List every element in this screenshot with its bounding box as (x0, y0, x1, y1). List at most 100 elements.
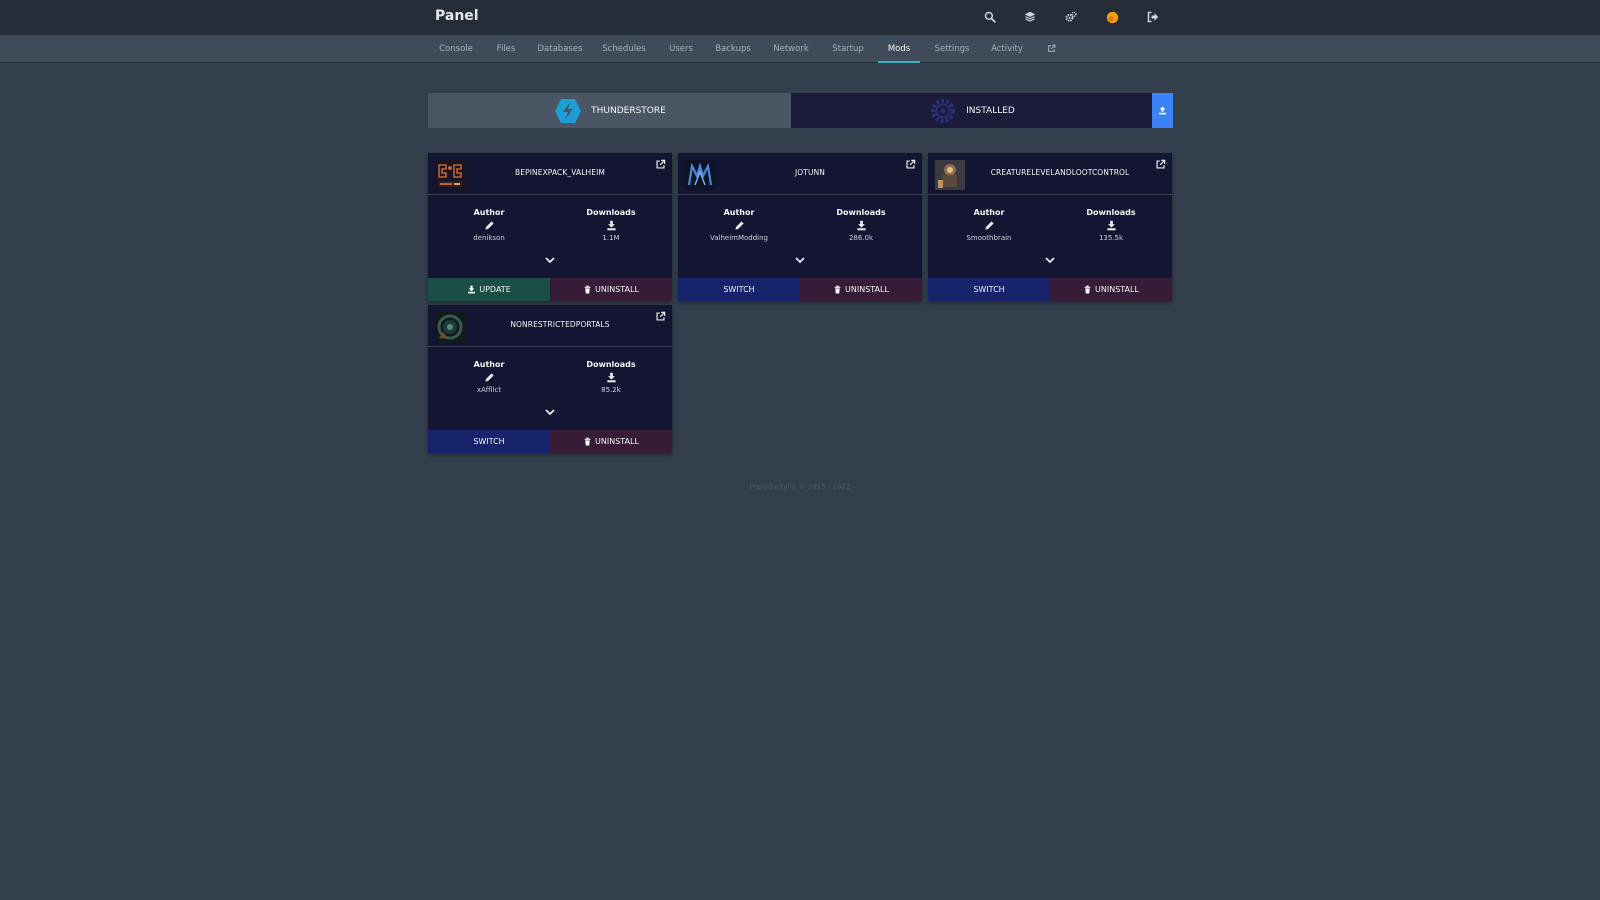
top-bar: Panel (0, 0, 1600, 35)
downloads-label: Downloads (586, 208, 636, 217)
chevron-down-icon[interactable] (793, 255, 807, 265)
mod-name: JOTUNN (794, 168, 825, 177)
author-value: ValheimModding (709, 234, 769, 242)
thunderstore-logo-icon (555, 98, 582, 123)
footer-copyright[interactable]: Pterodactyl® © 2015 - 2022 (0, 483, 1600, 491)
author-label: Author (973, 208, 1005, 217)
pencil-icon (484, 221, 494, 230)
layers-icon[interactable] (1022, 9, 1038, 25)
download-icon (1106, 220, 1116, 231)
download-icon (468, 285, 476, 294)
author-value: denikson (473, 234, 505, 242)
switch-label: SWITCH (723, 285, 755, 294)
mod-name: CREATURELEVELANDLOOTCONTROL (990, 168, 1130, 177)
chevron-down-icon[interactable] (1043, 255, 1057, 265)
cogs-icon[interactable] (1063, 9, 1079, 25)
uninstall-label: UNINSTALL (595, 285, 639, 294)
author-stat: Author ValheimModding (678, 208, 800, 242)
uninstall-button[interactable]: UNINSTALL (550, 430, 672, 453)
downloads-value: 286.0k (848, 234, 874, 242)
tab-backups[interactable]: Backups (713, 35, 753, 63)
mod-card: BEPINEXPACK_VALHEIM Author denikson Down… (428, 153, 672, 301)
external-link-icon[interactable] (1043, 35, 1059, 63)
downloads-stat: Downloads 135.5k (1050, 208, 1172, 242)
tab-network[interactable]: Network (770, 35, 812, 63)
mod-card: CREATURELEVELANDLOOTCONTROL Author Smoot… (928, 153, 1172, 301)
trash-icon (584, 285, 591, 294)
mod-name: NONRESTRICTEDPORTALS (510, 320, 610, 329)
switch-label: SWITCH (973, 285, 1005, 294)
author-label: Author (723, 208, 755, 217)
uninstall-label: UNINSTALL (595, 437, 639, 446)
installed-label: INSTALLED (966, 105, 1015, 116)
tab-settings[interactable]: Settings (931, 35, 973, 63)
author-value: xAfflict (476, 386, 502, 394)
update-label: UPDATE (479, 285, 511, 294)
author-stat: Author Smoothbrain (928, 208, 1050, 242)
mod-thumbnail (435, 160, 465, 190)
download-icon (856, 220, 866, 231)
tab-thunderstore[interactable]: THUNDERSTORE (428, 93, 791, 128)
chevron-down-icon[interactable] (543, 407, 557, 417)
upload-mod-button[interactable] (1152, 93, 1173, 128)
uninstall-button[interactable]: UNINSTALL (800, 278, 922, 301)
author-label: Author (473, 208, 505, 217)
downloads-value: 1.1M (602, 234, 620, 242)
trash-icon (1084, 285, 1091, 294)
mod-thumbnail (685, 160, 715, 190)
downloads-value: 135.5k (1098, 234, 1124, 242)
downloads-label: Downloads (1086, 208, 1136, 217)
tab-activity[interactable]: Activity (987, 35, 1027, 63)
mod-name: BEPINEXPACK_VALHEIM (515, 168, 605, 177)
downloads-label: Downloads (586, 360, 636, 369)
tab-startup[interactable]: Startup (828, 35, 868, 63)
tab-users[interactable]: Users (666, 35, 696, 63)
tab-schedules[interactable]: Schedules (601, 35, 647, 63)
downloads-label: Downloads (836, 208, 886, 217)
downloads-value: 85.2k (601, 386, 621, 394)
update-button[interactable]: UPDATE (428, 278, 550, 301)
external-link-icon[interactable] (655, 311, 666, 322)
uninstall-button[interactable]: UNINSTALL (1050, 278, 1172, 301)
uninstall-label: UNINSTALL (845, 285, 889, 294)
external-link-icon[interactable] (655, 159, 666, 170)
mod-thumbnail (435, 312, 465, 342)
chevron-down-icon[interactable] (543, 255, 557, 265)
app-title[interactable]: Panel (435, 8, 479, 24)
external-link-icon[interactable] (1155, 159, 1166, 170)
external-link-icon[interactable] (905, 159, 916, 170)
avatar[interactable] (1104, 9, 1120, 25)
author-value: Smoothbrain (966, 234, 1012, 242)
trash-icon (584, 437, 591, 446)
mod-card-header: NONRESTRICTEDPORTALS (428, 305, 672, 347)
download-icon (606, 372, 616, 383)
tab-mods[interactable]: Mods (878, 35, 920, 63)
mod-thumbnail (935, 160, 965, 190)
tab-databases[interactable]: Databases (537, 35, 583, 63)
switch-label: SWITCH (473, 437, 505, 446)
downloads-stat: Downloads 286.0k (800, 208, 922, 242)
author-stat: Author xAfflict (428, 360, 550, 394)
thunderstore-label: THUNDERSTORE (591, 105, 666, 116)
uninstall-button[interactable]: UNINSTALL (550, 278, 672, 301)
mod-card-header: BEPINEXPACK_VALHEIM (428, 153, 672, 195)
mod-card-header: CREATURELEVELANDLOOTCONTROL (928, 153, 1172, 195)
downloads-stat: Downloads 1.1M (550, 208, 672, 242)
tab-files[interactable]: Files (491, 35, 521, 63)
mod-card: JOTUNN Author ValheimModding Downloads 2… (678, 153, 922, 301)
gear-icon (931, 98, 956, 123)
upload-icon (1159, 106, 1166, 115)
download-icon (606, 220, 616, 231)
switch-button[interactable]: SWITCH (678, 278, 800, 301)
switch-button[interactable]: SWITCH (428, 430, 550, 453)
search-icon[interactable] (982, 9, 998, 25)
tab-console[interactable]: Console (436, 35, 476, 63)
pencil-icon (734, 221, 744, 230)
trash-icon (834, 285, 841, 294)
pencil-icon (484, 373, 494, 382)
switch-button[interactable]: SWITCH (928, 278, 1050, 301)
tab-installed[interactable]: INSTALLED (791, 93, 1152, 128)
downloads-stat: Downloads 85.2k (550, 360, 672, 394)
author-label: Author (473, 360, 505, 369)
sign-out-icon[interactable] (1145, 9, 1161, 25)
